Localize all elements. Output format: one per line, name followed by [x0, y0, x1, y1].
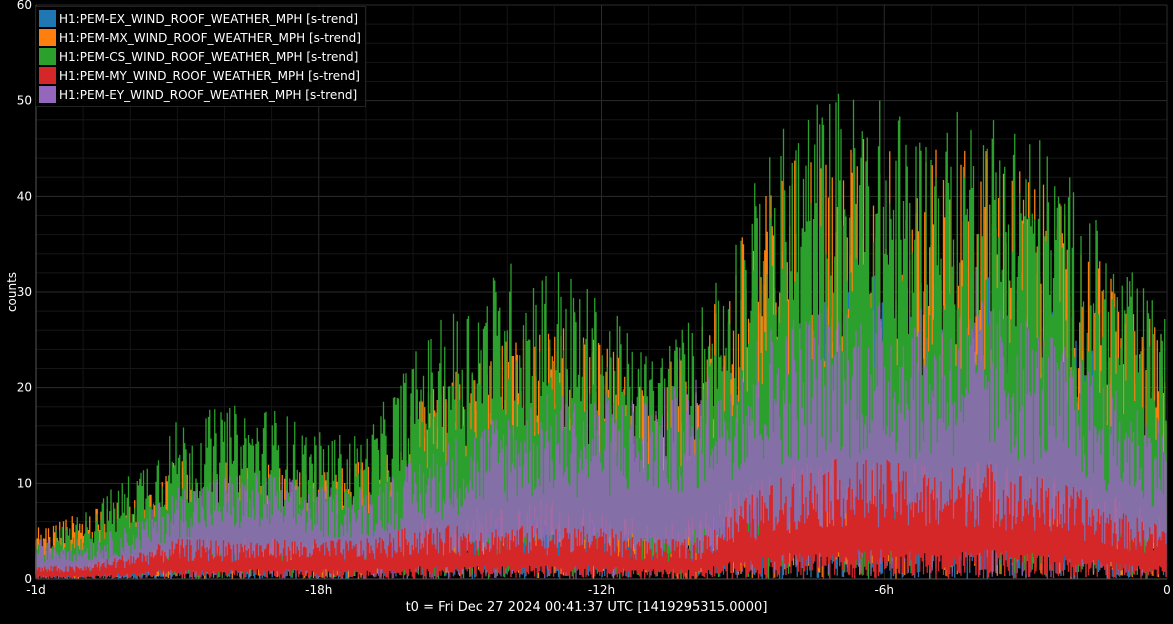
- legend-swatch-ex: [39, 10, 56, 27]
- legend-swatch-mx: [39, 29, 56, 46]
- x-tick-label: -6h: [874, 583, 894, 597]
- y-tick-label: 60: [17, 0, 32, 12]
- legend-label-ex: H1:PEM-EX_WIND_ROOF_WEATHER_MPH [s-trend…: [59, 11, 359, 26]
- legend-item-ex[interactable]: H1:PEM-EX_WIND_ROOF_WEATHER_MPH [s-trend…: [39, 9, 361, 28]
- legend-item-ey[interactable]: H1:PEM-EY_WIND_ROOF_WEATHER_MPH [s-trend…: [39, 85, 361, 104]
- y-tick-label: 20: [17, 381, 32, 395]
- legend-item-my[interactable]: H1:PEM-MY_WIND_ROOF_WEATHER_MPH [s-trend…: [39, 66, 361, 85]
- legend-label-ey: H1:PEM-EY_WIND_ROOF_WEATHER_MPH [s-trend…: [59, 87, 358, 102]
- legend-label-mx: H1:PEM-MX_WIND_ROOF_WEATHER_MPH [s-trend…: [59, 30, 361, 45]
- x-tick-label: -12h: [588, 583, 615, 597]
- x-tick-label: 0: [1163, 583, 1171, 597]
- legend-label-cs: H1:PEM-CS_WIND_ROOF_WEATHER_MPH [s-trend…: [59, 49, 359, 64]
- legend: H1:PEM-EX_WIND_ROOF_WEATHER_MPH [s-trend…: [35, 6, 366, 107]
- y-tick-label: 10: [17, 476, 32, 490]
- legend-label-my: H1:PEM-MY_WIND_ROOF_WEATHER_MPH [s-trend…: [59, 68, 360, 83]
- y-tick-label: 40: [17, 189, 32, 203]
- chart: 0 10 20 30 40 50 60 -1d -18h -12h -6h 0 counts H1:PE…: [0, 0, 1173, 620]
- legend-swatch-cs: [39, 48, 56, 65]
- x-tick-label: -18h: [305, 583, 332, 597]
- x-axis-label: t0 = Fri Dec 27 2024 00:41:37 UTC [14192…: [405, 600, 768, 615]
- legend-swatch-ey: [39, 86, 56, 103]
- y-tick-label: 50: [17, 94, 32, 108]
- legend-item-cs[interactable]: H1:PEM-CS_WIND_ROOF_WEATHER_MPH [s-trend…: [39, 47, 361, 66]
- legend-swatch-my: [39, 67, 56, 84]
- y-axis-label: counts: [5, 272, 19, 312]
- legend-item-mx[interactable]: H1:PEM-MX_WIND_ROOF_WEATHER_MPH [s-trend…: [39, 28, 361, 47]
- y-tick-label: 30: [17, 285, 32, 299]
- x-tick-label: -1d: [26, 583, 46, 597]
